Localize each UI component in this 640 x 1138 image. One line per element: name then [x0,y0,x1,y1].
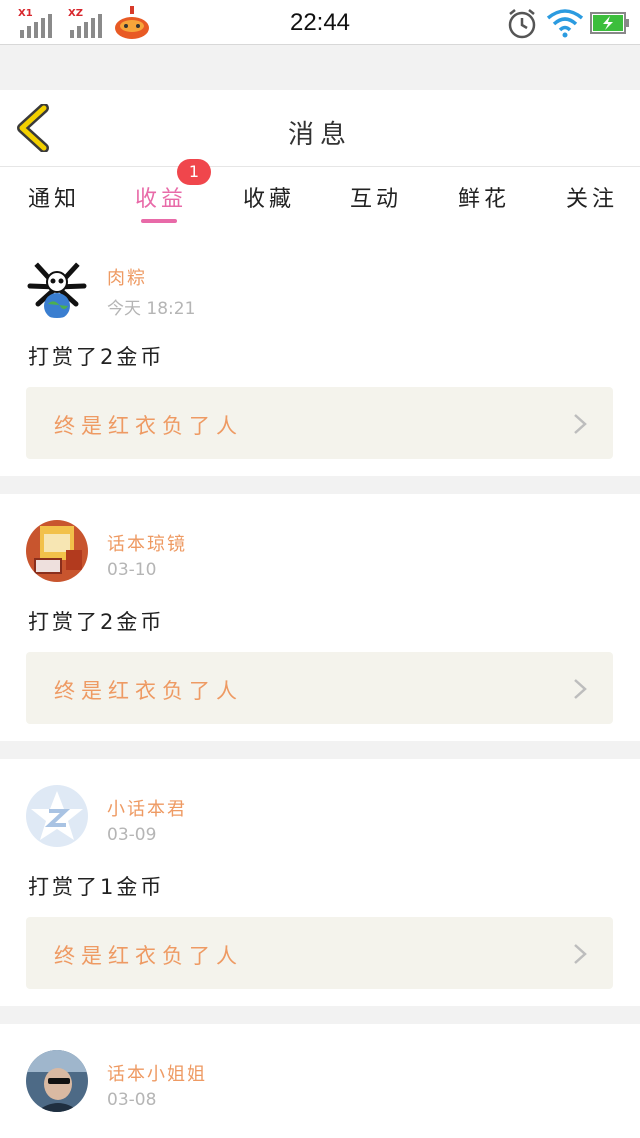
top-spacer [0,45,640,91]
tab-earnings[interactable]: 收益 [135,181,187,213]
work-link[interactable]: 终是红衣负了人 [26,652,613,724]
sender-name[interactable]: 肉粽 [107,264,147,290]
work-link[interactable]: 终是红衣负了人 [26,917,613,989]
work-link[interactable]: 终是红衣负了人 [26,387,613,459]
work-title: 终是红衣负了人 [54,679,243,703]
tab-bar: 通知 收益 1 收藏 互动 鲜花 关注 [0,159,640,229]
star-z-avatar[interactable] [26,785,88,847]
chevron-right-icon [574,679,587,699]
message-time: 03-10 [107,560,157,580]
list-item: 小话本君 03-09 打赏了1金币 终是红衣负了人 [0,759,640,1006]
message-time: 今天 18:21 [107,299,196,319]
status-bar: X1 XZ 22:44 [0,0,640,45]
message-text: 打赏了1金币 [28,875,165,899]
message-time: 03-09 [107,825,157,845]
battery-charging-icon [590,12,629,34]
message-time: 03-08 [107,1090,157,1110]
status-time: 22:44 [289,9,351,36]
work-title: 终是红衣负了人 [54,944,243,968]
message-text: 打赏了2金币 [28,610,165,634]
book-avatar[interactable] [26,520,88,582]
sender-name[interactable]: 话本琼镜 [107,530,187,556]
panda-avatar[interactable] [26,256,88,318]
alarm-icon [508,9,536,39]
sender-name[interactable]: 小话本君 [107,795,187,821]
work-title: 终是红衣负了人 [54,414,243,438]
tab-following[interactable]: 关注 [566,181,618,213]
tab-interactions[interactable]: 互动 [350,181,402,213]
header: 消息 [0,90,640,167]
photo-avatar[interactable] [26,1050,88,1112]
tab-favorites[interactable]: 收藏 [243,181,295,213]
sender-name[interactable]: 话本小姐姐 [107,1060,207,1086]
message-text: 打赏了2金币 [28,345,165,369]
page-title: 消息 [287,120,352,150]
active-tab-indicator [141,219,177,223]
earnings-badge: 1 [177,159,211,185]
tab-notifications[interactable]: 通知 [28,181,80,213]
list-item: 话本小姐姐 03-08 [0,1024,640,1138]
list-item: 肉粽 今天 18:21 打赏了2金币 终是红衣负了人 [0,229,640,476]
tab-flowers[interactable]: 鲜花 [458,181,510,213]
wifi-icon [546,9,584,38]
list-item: 话本琼镜 03-10 打赏了2金币 终是红衣负了人 [0,494,640,741]
chevron-right-icon [574,944,587,964]
chevron-right-icon [574,414,587,434]
